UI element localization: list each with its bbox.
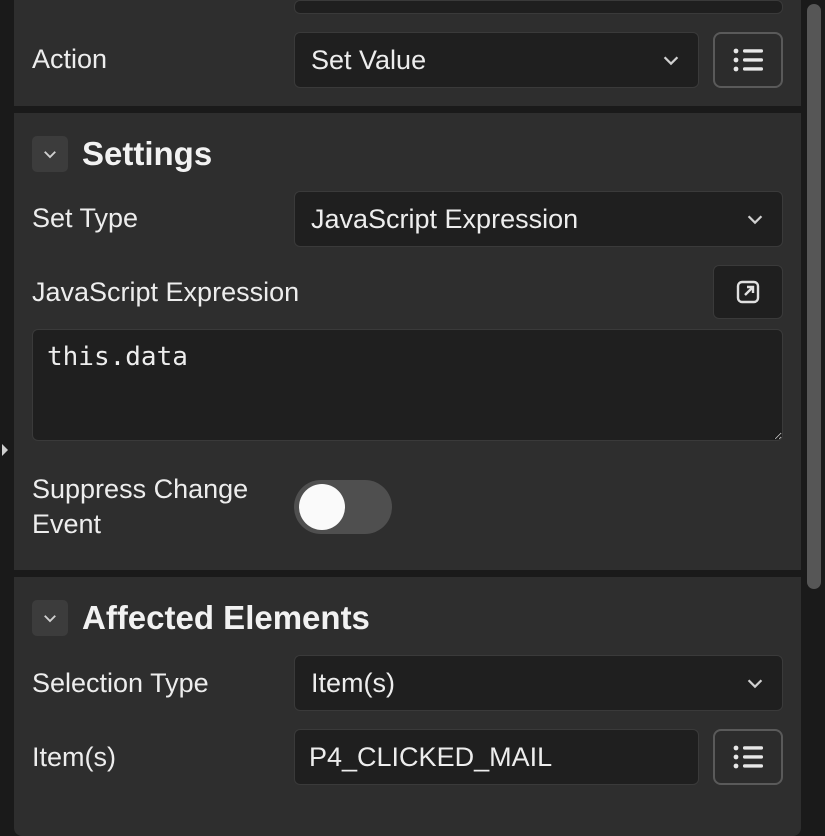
list-icon bbox=[731, 46, 765, 74]
action-select-value: Set Value bbox=[311, 45, 426, 76]
js-expression-label: JavaScript Expression bbox=[32, 277, 299, 308]
set-type-label: Set Type bbox=[32, 201, 280, 236]
selection-type-select-value: Item(s) bbox=[311, 668, 395, 699]
chevron-down-icon bbox=[41, 145, 59, 163]
affected-elements-section: Affected Elements Selection Type Item(s)… bbox=[14, 576, 801, 813]
previous-field-bottom bbox=[294, 0, 783, 14]
scrollbar-thumb[interactable] bbox=[807, 4, 821, 589]
js-expression-textarea[interactable] bbox=[32, 329, 783, 441]
property-panel: Action Set Value bbox=[14, 0, 801, 836]
action-label: Action bbox=[32, 42, 280, 77]
items-list-button[interactable] bbox=[713, 729, 783, 785]
affected-collapse-button[interactable] bbox=[32, 600, 68, 636]
chevron-down-icon bbox=[744, 672, 766, 694]
identification-section-tail: Action Set Value bbox=[14, 0, 801, 106]
set-type-select[interactable]: JavaScript Expression bbox=[294, 191, 783, 247]
settings-section: Settings Set Type JavaScript Expression … bbox=[14, 112, 801, 570]
toggle-knob bbox=[299, 484, 345, 530]
js-expression-expand-button[interactable] bbox=[713, 265, 783, 319]
expand-handle[interactable] bbox=[0, 442, 12, 460]
items-input[interactable] bbox=[294, 729, 699, 785]
chevron-down-icon bbox=[41, 609, 59, 627]
suppress-change-label: Suppress Change Event bbox=[32, 472, 280, 542]
affected-title: Affected Elements bbox=[82, 599, 370, 637]
action-list-button[interactable] bbox=[713, 32, 783, 88]
settings-collapse-button[interactable] bbox=[32, 136, 68, 172]
items-label: Item(s) bbox=[32, 740, 280, 775]
list-icon bbox=[731, 743, 765, 771]
selection-type-select[interactable]: Item(s) bbox=[294, 655, 783, 711]
set-type-select-value: JavaScript Expression bbox=[311, 204, 578, 235]
settings-title: Settings bbox=[82, 135, 212, 173]
selection-type-label: Selection Type bbox=[32, 666, 280, 701]
chevron-down-icon bbox=[660, 49, 682, 71]
popout-icon bbox=[734, 278, 762, 306]
chevron-down-icon bbox=[744, 208, 766, 230]
action-select[interactable]: Set Value bbox=[294, 32, 699, 88]
suppress-change-toggle[interactable] bbox=[294, 480, 392, 534]
